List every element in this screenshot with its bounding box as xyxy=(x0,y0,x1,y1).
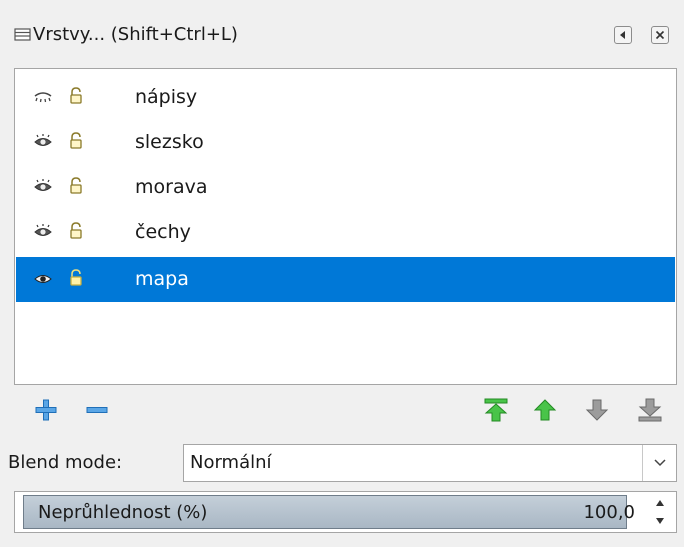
eye-open-icon[interactable] xyxy=(34,179,52,195)
arrow-down-icon xyxy=(585,399,609,421)
opacity-label: Neprůhlednost (%) xyxy=(38,502,208,523)
raise-layer-button[interactable] xyxy=(531,396,559,424)
spin-up-icon xyxy=(656,500,664,506)
chevron-down-icon xyxy=(653,459,666,467)
close-button[interactable] xyxy=(651,26,669,44)
blend-mode-select[interactable]: Normální xyxy=(183,444,677,482)
layer-list[interactable]: nápisy slezsko morava čechy mapa xyxy=(14,68,677,385)
layer-row-slezsko[interactable]: slezsko xyxy=(16,120,675,165)
layers-dialog: Vrstvy... (Shift+Ctrl+L) nápisy slezsko … xyxy=(0,0,684,547)
spin-down-button[interactable] xyxy=(650,513,670,529)
opacity-value[interactable]: 100,0 xyxy=(583,501,635,525)
eye-open-icon[interactable] xyxy=(34,224,52,240)
arrow-to-top-icon xyxy=(484,398,508,422)
arrow-to-bottom-icon xyxy=(638,398,662,422)
layer-row-mapa[interactable]: mapa xyxy=(16,257,675,302)
layer-name[interactable]: čechy xyxy=(135,219,191,245)
layer-name[interactable]: morava xyxy=(135,174,207,200)
eye-open-icon[interactable] xyxy=(34,271,52,287)
blend-mode-value: Normální xyxy=(190,452,272,473)
dropdown-arrow-button[interactable] xyxy=(642,445,676,481)
spin-down-icon xyxy=(656,518,664,524)
lower-layer-button[interactable] xyxy=(583,396,611,424)
blend-mode-label: Blend mode: xyxy=(8,452,123,473)
layer-name[interactable]: nápisy xyxy=(135,84,197,110)
layer-row-cechy[interactable]: čechy xyxy=(16,210,675,255)
unlock-icon[interactable] xyxy=(69,222,83,240)
eye-closed-icon[interactable] xyxy=(34,89,52,105)
collapse-button[interactable] xyxy=(614,26,632,44)
unlock-icon[interactable] xyxy=(69,269,83,287)
layer-name[interactable]: slezsko xyxy=(135,129,204,155)
plus-icon xyxy=(35,399,57,421)
unlock-icon[interactable] xyxy=(69,87,83,105)
remove-layer-button[interactable] xyxy=(83,396,111,424)
opacity-spinner[interactable] xyxy=(650,495,670,529)
minus-icon xyxy=(86,407,108,413)
dialog-title-bar: Vrstvy... (Shift+Ctrl+L) xyxy=(0,0,684,66)
layer-row-morava[interactable]: morava xyxy=(16,165,675,210)
arrow-up-icon xyxy=(533,399,557,421)
opacity-spin-slider[interactable]: Neprůhlednost (%) 100,0 xyxy=(14,491,677,533)
dialog-title: Vrstvy... (Shift+Ctrl+L) xyxy=(33,24,238,45)
unlock-icon[interactable] xyxy=(69,132,83,150)
lower-to-bottom-button[interactable] xyxy=(636,396,664,424)
layers-icon xyxy=(14,27,32,43)
unlock-icon[interactable] xyxy=(69,177,83,195)
layer-name[interactable]: mapa xyxy=(135,266,189,292)
eye-open-icon[interactable] xyxy=(34,134,52,150)
raise-to-top-button[interactable] xyxy=(482,396,510,424)
close-icon xyxy=(655,30,665,40)
add-layer-button[interactable] xyxy=(32,396,60,424)
layer-row-napisy[interactable]: nápisy xyxy=(16,75,675,120)
collapse-icon xyxy=(620,31,625,39)
spin-up-button[interactable] xyxy=(650,495,670,511)
